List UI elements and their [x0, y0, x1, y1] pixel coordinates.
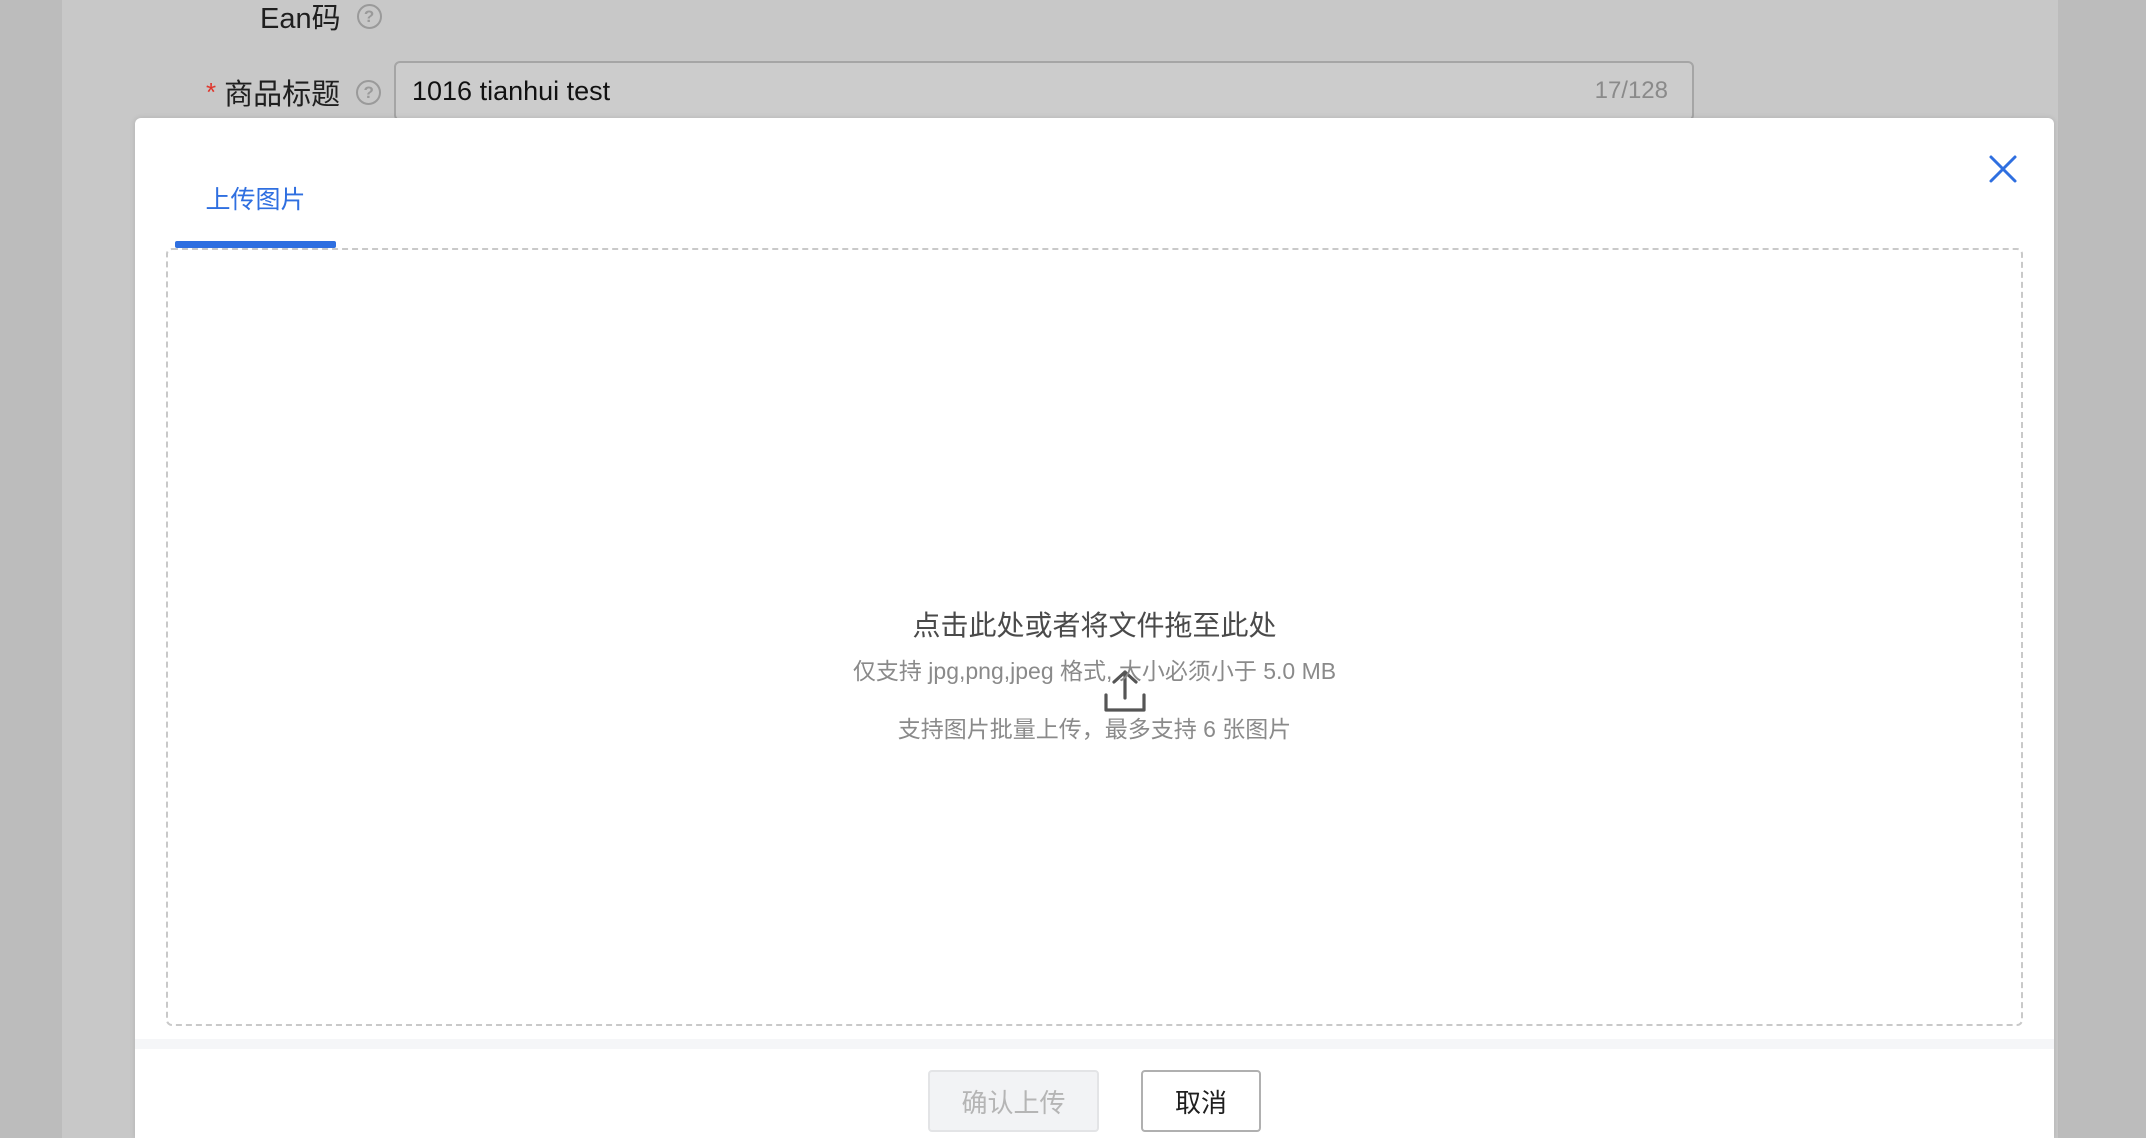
- title-row: * 商品标题 ?: [206, 72, 382, 112]
- footer-divider: [135, 1039, 2054, 1049]
- ean-row: Ean码 ?: [260, 0, 382, 35]
- close-button[interactable]: [1978, 144, 2028, 194]
- title-label: 商品标题: [224, 79, 341, 111]
- close-icon: [1989, 155, 2017, 183]
- dropzone-batch-hint: 支持图片批量上传，最多支持 6 张图片: [897, 716, 1292, 742]
- required-mark: *: [206, 76, 217, 107]
- upload-modal: 上传图片 点击此处或者将文件拖至此处 仅支持 jpg,png,jpeg 格式, …: [135, 118, 2054, 1138]
- title-help-icon[interactable]: ?: [356, 79, 382, 105]
- dropzone-format-hint: 仅支持 jpg,png,jpeg 格式, 大小必须小于 5.0 MB: [852, 658, 1337, 684]
- ean-label: Ean码: [260, 3, 341, 35]
- dropzone-title: 点击此处或者将文件拖至此处: [912, 610, 1277, 641]
- ean-help-icon[interactable]: ?: [356, 3, 382, 29]
- cancel-button[interactable]: 取消: [1141, 1070, 1261, 1132]
- page-left-sidebar: [0, 0, 62, 1138]
- title-input-value: 1016 tianhui test: [412, 75, 611, 106]
- title-char-counter: 17/128: [1594, 77, 1668, 104]
- title-input[interactable]: 1016 tianhui test 17/128: [394, 61, 1694, 121]
- page-right-edge: [2058, 0, 2146, 1138]
- tab-upload-image[interactable]: 上传图片: [175, 180, 336, 248]
- upload-dropzone[interactable]: 点击此处或者将文件拖至此处 仅支持 jpg,png,jpeg 格式, 大小必须小…: [166, 248, 2023, 1026]
- tab-active-indicator: [175, 241, 336, 248]
- confirm-upload-button[interactable]: 确认上传: [928, 1070, 1099, 1132]
